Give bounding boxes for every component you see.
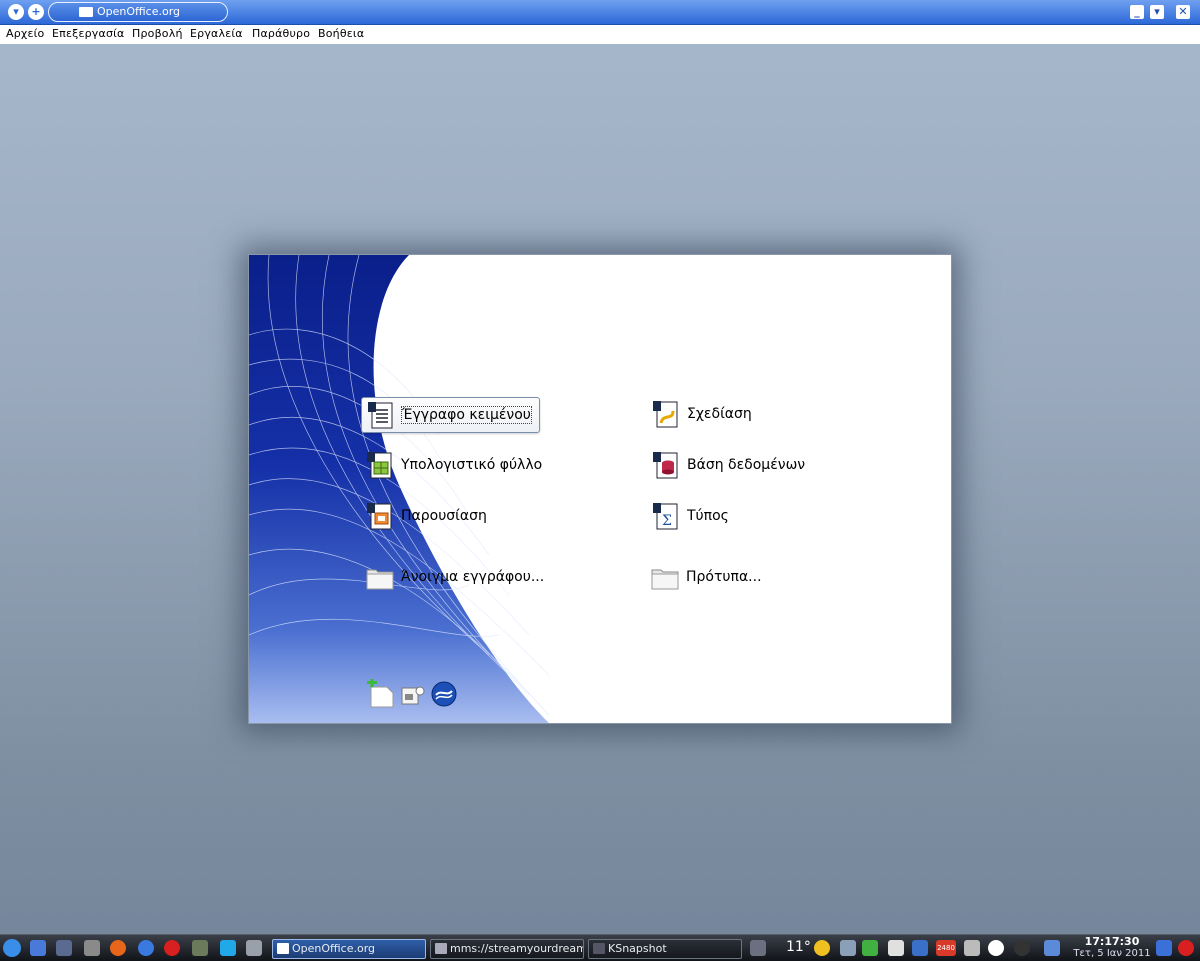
network-icon[interactable]	[840, 940, 856, 956]
open-document-label: Άνοιγμα εγγράφου...	[401, 569, 545, 585]
base-database-icon	[653, 452, 678, 479]
open-document-button[interactable]: Άνοιγμα εγγράφου...	[365, 561, 544, 593]
kde-menu-icon[interactable]	[3, 939, 21, 957]
media-task-icon	[435, 943, 447, 954]
new-formula-button[interactable]: Σ Τύπος	[651, 500, 729, 532]
ksnapshot-task-icon	[593, 943, 605, 954]
opera-icon[interactable]	[164, 940, 180, 956]
clipboard-icon[interactable]	[888, 940, 904, 956]
firefox-icon[interactable]	[110, 940, 126, 956]
konqueror-icon[interactable]	[138, 940, 154, 956]
math-label: Τύπος	[687, 508, 729, 524]
weather-temperature[interactable]: 11°	[786, 939, 811, 955]
weather-icon[interactable]	[814, 940, 830, 956]
folder-icon	[651, 569, 679, 590]
menu-file[interactable]: Αρχείο	[6, 27, 44, 40]
info-tray-icon[interactable]	[1014, 940, 1030, 956]
impress-presentation-icon	[367, 503, 392, 530]
app-icon[interactable]	[192, 940, 208, 956]
writer-label: Έγγραφο κειμένου	[401, 406, 532, 424]
calc-label: Υπολογιστικό φύλλο	[401, 457, 543, 473]
calc-document-icon	[367, 452, 392, 479]
pin-icon[interactable]: +	[28, 4, 44, 20]
new-presentation-button[interactable]: Παρουσίαση	[365, 500, 487, 532]
signal-icon[interactable]	[862, 940, 878, 956]
clock-date: Τετ, 5 Ιαν 2011	[1073, 948, 1151, 959]
folder-icon	[366, 569, 394, 590]
svg-text:Σ: Σ	[662, 513, 672, 529]
task-openoffice[interactable]: OpenOffice.org	[272, 939, 426, 959]
new-text-document-button[interactable]: Έγγραφο κειμένου	[361, 397, 540, 433]
draw-document-icon	[653, 401, 678, 428]
menu-tools[interactable]: Εργαλεία	[190, 27, 243, 40]
new-drawing-button[interactable]: Σχεδίαση	[651, 398, 752, 430]
clock[interactable]: 17:17:30 Τετ, 5 Ιαν 2011	[1072, 936, 1152, 960]
skype-icon[interactable]	[220, 940, 236, 956]
task-ksnapshot[interactable]: KSnapshot	[588, 939, 742, 959]
menu-edit[interactable]: Επεξεργασία	[52, 27, 125, 40]
templates-label: Πρότυπα...	[686, 569, 762, 585]
close-icon[interactable]: ✕	[1176, 5, 1190, 19]
base-label: Βάση δεδομένων	[687, 457, 806, 473]
impress-label: Παρουσίαση	[401, 508, 487, 524]
taskbar: OpenOffice.org mms://streamyourdream KSn…	[0, 934, 1200, 961]
lock-screen-icon[interactable]	[1156, 940, 1172, 956]
draw-label: Σχεδίαση	[687, 406, 752, 422]
window-titlebar: ▾ + OpenOffice.org _ ▾ ✕	[0, 0, 1200, 25]
task-stream-label: mms://streamyourdream	[450, 942, 584, 955]
openoffice-logo-icon[interactable]	[431, 681, 457, 707]
task-openoffice-label: OpenOffice.org	[292, 942, 376, 955]
menu-help[interactable]: Βοήθεια	[318, 27, 364, 40]
window-title: OpenOffice.org	[97, 5, 181, 18]
openoffice-window-icon	[79, 7, 93, 17]
menu-window[interactable]: Παράθυρο	[252, 27, 310, 40]
info-icon[interactable]	[401, 685, 425, 707]
power-icon[interactable]	[1178, 940, 1194, 956]
menu-bar: Αρχείο Επεξεργασία Προβολή Εργαλεία Παρά…	[0, 25, 1200, 44]
new-extension-icon[interactable]	[365, 679, 395, 709]
kmail-icon[interactable]	[1044, 940, 1060, 956]
new-spreadsheet-button[interactable]: Υπολογιστικό φύλλο	[365, 449, 542, 481]
task-stream[interactable]: mms://streamyourdream	[430, 939, 584, 959]
templates-button[interactable]: Πρότυπα...	[650, 561, 762, 593]
desktop-icon[interactable]	[30, 940, 46, 956]
task-ksnapshot-label: KSnapshot	[608, 942, 667, 955]
mail-badge[interactable]: 2480	[936, 940, 956, 956]
files-icon[interactable]	[246, 940, 262, 956]
start-center: Έγγραφο κειμένου Σχεδίαση Υπολογιστικό φ…	[248, 254, 952, 724]
clock-time: 17:17:30	[1084, 935, 1140, 948]
tools-icon[interactable]	[84, 940, 100, 956]
menu-view[interactable]: Προβολή	[132, 27, 183, 40]
update-icon[interactable]	[988, 940, 1004, 956]
system-icon[interactable]	[56, 940, 72, 956]
minimize-icon[interactable]: _	[1130, 5, 1144, 19]
new-database-button[interactable]: Βάση δεδομένων	[651, 449, 805, 481]
storage-icon[interactable]	[964, 940, 980, 956]
math-formula-icon: Σ	[653, 503, 678, 530]
collapse-tray-icon[interactable]	[750, 940, 766, 956]
openoffice-task-icon	[277, 943, 289, 954]
window-menu-icon[interactable]: ▾	[8, 4, 24, 20]
writer-document-icon	[368, 402, 393, 429]
brand-swoosh-graphic	[249, 255, 550, 723]
bluetooth-icon[interactable]	[912, 940, 928, 956]
maximize-icon[interactable]: ▾	[1150, 5, 1164, 19]
window-title-pill: OpenOffice.org	[48, 2, 228, 22]
